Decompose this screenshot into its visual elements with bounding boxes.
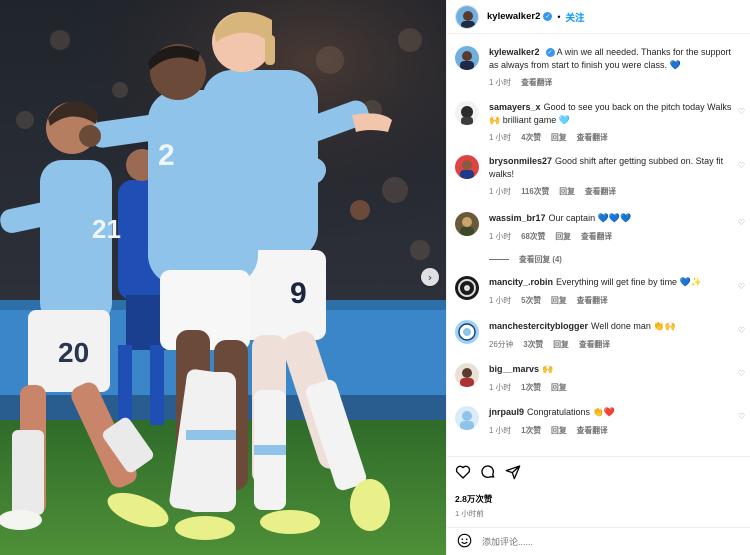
list-item: samayers_x Good to see you back on the pi… xyxy=(455,101,745,143)
comment-likes[interactable]: 4次赞 xyxy=(521,132,541,143)
comment-likes[interactable]: 116次赞 xyxy=(521,186,549,197)
view-replies-button[interactable]: 查看回复 (4) xyxy=(489,254,562,265)
jersey-number-2: 2 xyxy=(158,139,175,172)
heart-icon[interactable] xyxy=(455,464,471,480)
comment-username[interactable]: wassim_br17 xyxy=(489,213,546,223)
divider xyxy=(489,259,509,260)
comment-text: Well done man 👏🙌 xyxy=(591,321,676,331)
translate-link[interactable]: 查看翻译 xyxy=(585,186,616,197)
avatar[interactable] xyxy=(455,320,479,344)
comment-likes[interactable]: 1次赞 xyxy=(521,382,541,393)
comment-time: 1 小时 xyxy=(489,425,512,435)
comments-list: kylewalker2 ✓ A win we all needed. Thanks… xyxy=(447,44,750,454)
comment-text: Our captain 💙💙💙 xyxy=(548,213,632,223)
avatar[interactable] xyxy=(455,212,479,236)
header-username[interactable]: kylewalker2 xyxy=(487,11,540,22)
celebration-photo: 20 21 9 2 xyxy=(0,0,446,555)
avatar[interactable] xyxy=(455,101,479,125)
view-replies-label: 查看回复 (4) xyxy=(519,255,562,264)
caption-username[interactable]: kylewalker2 xyxy=(489,47,540,57)
translate-link[interactable]: 查看翻译 xyxy=(577,132,608,143)
reply-button[interactable]: 回复 xyxy=(551,132,567,143)
separator-dot: • xyxy=(557,11,561,22)
comment-time: 1 小时 xyxy=(489,295,512,305)
reply-button[interactable]: 回复 xyxy=(551,425,567,436)
comment-likes[interactable]: 5次赞 xyxy=(521,295,541,306)
comment-text: 🙌 xyxy=(542,364,554,374)
comment-likes[interactable]: 68次赞 xyxy=(521,231,545,242)
translate-link[interactable]: 查看翻译 xyxy=(581,231,612,242)
avatar[interactable] xyxy=(455,406,479,430)
comment-time: 26分钟 xyxy=(489,339,514,349)
comment-time: 1 小时 xyxy=(489,382,512,392)
comment-username[interactable]: samayers_x xyxy=(489,102,541,112)
emoji-icon[interactable] xyxy=(457,533,472,550)
comment-likes[interactable]: 1次赞 xyxy=(521,425,541,436)
verified-badge-icon: ✓ xyxy=(545,48,555,58)
verified-badge-icon: ✓ xyxy=(543,12,553,21)
list-item: mancity_.robin Everything will get fine b… xyxy=(455,276,745,306)
comment-text: Everything will get fine by time 💙✨ xyxy=(556,277,702,287)
translate-link[interactable]: 查看翻译 xyxy=(579,339,610,350)
avatar[interactable] xyxy=(455,155,479,179)
list-item: big__marvs 🙌 1 小时 1次赞 回复 ♡ xyxy=(455,363,745,393)
reply-button[interactable]: 回复 xyxy=(555,231,571,242)
comment-username[interactable]: big__marvs xyxy=(489,364,539,374)
chevron-right-icon: › xyxy=(427,270,433,284)
translate-link[interactable]: 查看翻译 xyxy=(577,295,608,306)
comment-icon[interactable] xyxy=(480,464,496,480)
list-item: jnrpaul9 Congratulations 👏❤️ 1 小时 1次赞 回复 查看翻… xyxy=(455,406,745,436)
like-comment-heart-icon[interactable]: ♡ xyxy=(738,282,745,291)
comment-username[interactable]: manchestercityblogger xyxy=(489,321,588,331)
comment-likes[interactable]: 3次赞 xyxy=(523,339,543,350)
translate-link[interactable]: 查看翻译 xyxy=(521,77,552,88)
post-caption: kylewalker2 ✓ A win we all needed. Thanks… xyxy=(455,46,745,88)
caption-time: 1 小时 xyxy=(489,78,512,87)
comment-username[interactable]: jnrpaul9 xyxy=(489,407,524,417)
post-photo: 20 21 9 2 › xyxy=(0,0,446,555)
list-item: wassim_br17 Our captain 💙💙💙 1 小时 68次赞 回复 查看翻… xyxy=(455,212,745,242)
comment-time: 1 小时 xyxy=(489,231,512,241)
comment-time: 1 小时 xyxy=(489,187,512,196)
post-side-panel: kylewalker2 ✓ • 关注 kylewalker2 ✓ A win we… xyxy=(446,0,750,555)
translate-link[interactable]: 查看翻译 xyxy=(577,425,608,436)
comment-username[interactable]: mancity_.robin xyxy=(489,277,553,287)
add-comment-bar xyxy=(447,527,750,555)
comment-username[interactable]: brysonmiles27 xyxy=(489,156,552,166)
like-comment-heart-icon[interactable]: ♡ xyxy=(738,161,745,170)
list-item: manchestercityblogger Well done man 👏🙌 26… xyxy=(455,320,745,350)
next-photo-button[interactable]: › xyxy=(421,268,439,286)
avatar[interactable] xyxy=(455,46,479,70)
jersey-number-21: 21 xyxy=(92,214,121,244)
comment-time: 1 小时 xyxy=(489,133,512,142)
like-comment-heart-icon[interactable]: ♡ xyxy=(738,326,745,335)
reply-button[interactable]: 回复 xyxy=(553,339,569,350)
jersey-number-20: 20 xyxy=(58,337,89,368)
comment-input[interactable] xyxy=(482,536,712,547)
comment-text: Congratulations 👏❤️ xyxy=(527,407,615,417)
like-comment-heart-icon[interactable]: ♡ xyxy=(738,107,745,116)
reply-button[interactable]: 回复 xyxy=(559,186,575,197)
post-time: 1 小时前 xyxy=(455,509,484,518)
jersey-number-9: 9 xyxy=(290,277,307,310)
avatar[interactable] xyxy=(455,276,479,300)
follow-button[interactable]: 关注 xyxy=(566,10,585,24)
like-comment-heart-icon[interactable]: ♡ xyxy=(738,412,745,421)
list-item: brysonmiles27 Good shift after getting su… xyxy=(455,155,745,197)
like-count[interactable]: 2.8万次赞 xyxy=(455,493,743,505)
post-actions: 2.8万次赞 1 小时前 xyxy=(447,456,750,519)
like-comment-heart-icon[interactable]: ♡ xyxy=(738,369,745,378)
share-icon[interactable] xyxy=(505,464,521,480)
reply-button[interactable]: 回复 xyxy=(551,382,567,393)
post-header: kylewalker2 ✓ • 关注 xyxy=(447,0,750,34)
avatar[interactable] xyxy=(455,4,479,29)
reply-button[interactable]: 回复 xyxy=(551,295,567,306)
avatar[interactable] xyxy=(455,363,479,387)
like-comment-heart-icon[interactable]: ♡ xyxy=(738,218,745,227)
